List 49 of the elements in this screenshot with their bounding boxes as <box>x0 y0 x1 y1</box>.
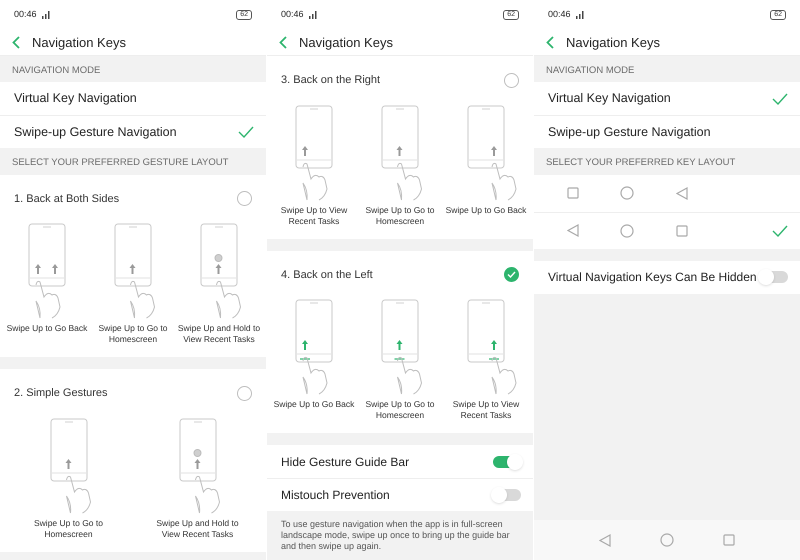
toggle-switch[interactable] <box>760 271 788 283</box>
gesture-caption: Swipe Up to Go to Homescreen <box>33 518 104 540</box>
square-key-icon[interactable] <box>676 224 688 236</box>
option-label: Virtual Key Navigation <box>14 90 137 108</box>
status-time: 00:46 <box>281 8 304 22</box>
back-triangle-icon[interactable] <box>598 534 611 546</box>
gesture-caption: Swipe Up and Hold to View Recent Tasks <box>155 518 240 540</box>
gesture-caption: Swipe Up to View Recent Tasks <box>280 204 348 226</box>
radio-button-icon[interactable] <box>237 386 252 401</box>
circle-key-icon[interactable] <box>620 224 634 238</box>
layout-title: 1. Back at Both Sides <box>14 192 120 206</box>
radio-button-icon[interactable] <box>504 72 519 88</box>
circle-key-icon[interactable] <box>620 186 634 200</box>
circle-key-icon[interactable] <box>660 533 674 547</box>
page-title: Navigation Keys <box>32 34 126 52</box>
square-key-icon[interactable] <box>723 534 736 546</box>
signal-icon <box>574 11 585 19</box>
gesture-caption: Swipe Up to Go Back <box>6 323 88 334</box>
gesture-caption: Swipe Up to Go to Homescreen <box>364 399 436 421</box>
switch-label: Hide Gesture Guide Bar <box>281 454 410 470</box>
layout-title: 3. Back on the Right <box>281 73 380 88</box>
layout-title: 2. Simple Gestures <box>14 386 108 401</box>
page-title: Navigation Keys <box>566 34 660 52</box>
radio-button-icon[interactable] <box>237 191 252 206</box>
switch-label: Mistouch Prevention <box>281 487 390 504</box>
signal-icon <box>308 11 318 19</box>
radio-checked-icon[interactable] <box>504 267 519 282</box>
mode-option[interactable]: Virtual Key Navigation <box>0 82 266 116</box>
gesture-caption: Swipe Up to Go to Homescreen <box>98 323 168 345</box>
status-time: 00:46 <box>14 8 37 22</box>
gesture-caption: Swipe Up to Go Back <box>446 204 526 216</box>
back-triangle-icon[interactable] <box>566 224 579 237</box>
gesture-caption: Swipe Up to Go Back <box>274 399 354 410</box>
mode-option[interactable]: Virtual Key Navigation <box>534 82 800 116</box>
layout-title: 4. Back on the Left <box>281 268 373 282</box>
toggle-switch[interactable] <box>493 489 521 501</box>
page-title: Navigation Keys <box>299 34 393 52</box>
gesture-caption: Swipe Up and Hold to View Recent Tasks <box>176 323 262 345</box>
option-label: Virtual Key Navigation <box>548 90 671 108</box>
square-key-icon[interactable] <box>566 187 579 199</box>
toggle-switch[interactable] <box>493 456 521 468</box>
option-label: Swipe-up Gesture Navigation <box>14 124 177 141</box>
gesture-caption: Swipe Up to Go to Homescreen <box>364 204 436 226</box>
switch-label: Virtual Navigation Keys Can Be Hidden <box>548 269 757 286</box>
signal-icon <box>40 11 51 19</box>
option-label: Swipe-up Gesture Navigation <box>548 124 711 141</box>
gesture-caption: Swipe Up to View Recent Tasks <box>452 399 520 421</box>
status-time: 00:46 <box>548 8 571 22</box>
back-triangle-icon[interactable] <box>676 186 688 200</box>
